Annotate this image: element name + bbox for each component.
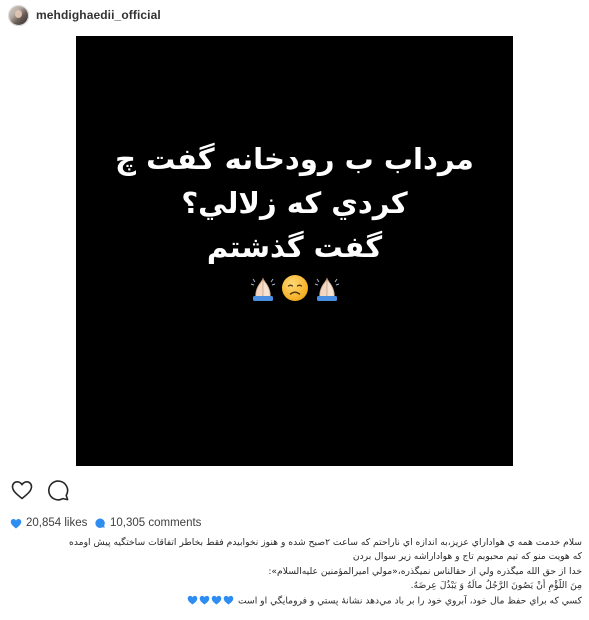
blue-heart-icon — [187, 596, 198, 605]
image-text-line: گفت گذشتم — [206, 230, 383, 264]
post-image[interactable]: مرداب ب رودخانه گفت چ كردي كه زلالي؟ گفت… — [76, 36, 513, 466]
post-caption: سلام خدمت همه ي هواداراي عزيز،به اندازه … — [6, 536, 582, 609]
post-actions — [10, 478, 130, 502]
caption-line: سلام خدمت همه ي هواداراي عزيز،به اندازه … — [69, 537, 582, 548]
caption-line: كه هويت منو كه تيم محبوبم تاج و هواداراش… — [352, 551, 582, 563]
folded-hands-icon — [250, 277, 275, 301]
image-text-line: كردي كه زلالي؟ — [181, 186, 408, 220]
comment-button[interactable] — [46, 478, 70, 502]
likes-label: 20,854 likes — [26, 517, 88, 529]
caption-line: كسي كه براي حفظ مال خود، آبروي خود را بر… — [237, 595, 582, 607]
blue-heart-icon — [211, 596, 222, 605]
disappointed-face-icon — [281, 275, 308, 301]
blue-heart-icon — [199, 596, 210, 605]
comment-bubble-icon — [48, 480, 69, 501]
comment-bubble-icon — [95, 518, 105, 528]
image-text-line: مرداب ب رودخانه گفت چ — [115, 142, 474, 176]
post-header: mehdighaedii_official — [0, 0, 589, 32]
image-text: مرداب ب رودخانه گفت چ كردي كه زلالي؟ گفت… — [76, 137, 513, 269]
blue-hearts — [187, 594, 235, 608]
blue-heart-icon — [223, 596, 234, 605]
heart-outline-icon — [11, 481, 33, 500]
like-button[interactable] — [10, 478, 34, 502]
caption-line: خدا از حق الله ميگذره ولي از حقالناس نمي… — [268, 565, 582, 577]
avatar[interactable] — [8, 5, 29, 26]
caption-line-last: كسي كه براي حفظ مال خود، آبروي خود را بر… — [6, 594, 582, 609]
username-link[interactable]: mehdighaedii_official — [36, 8, 161, 22]
heart-icon — [10, 518, 22, 528]
comments-count[interactable]: 10,305 comments — [94, 515, 201, 531]
folded-hands-icon — [314, 277, 339, 301]
comments-label: 10,305 comments — [110, 517, 202, 529]
emoji-row — [76, 272, 513, 304]
caption-line: مِنَ اللُّؤْمِ أَنْ يَصُونَ الرَّجُلُ ما… — [410, 580, 582, 592]
likes-count[interactable]: 20,854 likes — [10, 515, 87, 531]
